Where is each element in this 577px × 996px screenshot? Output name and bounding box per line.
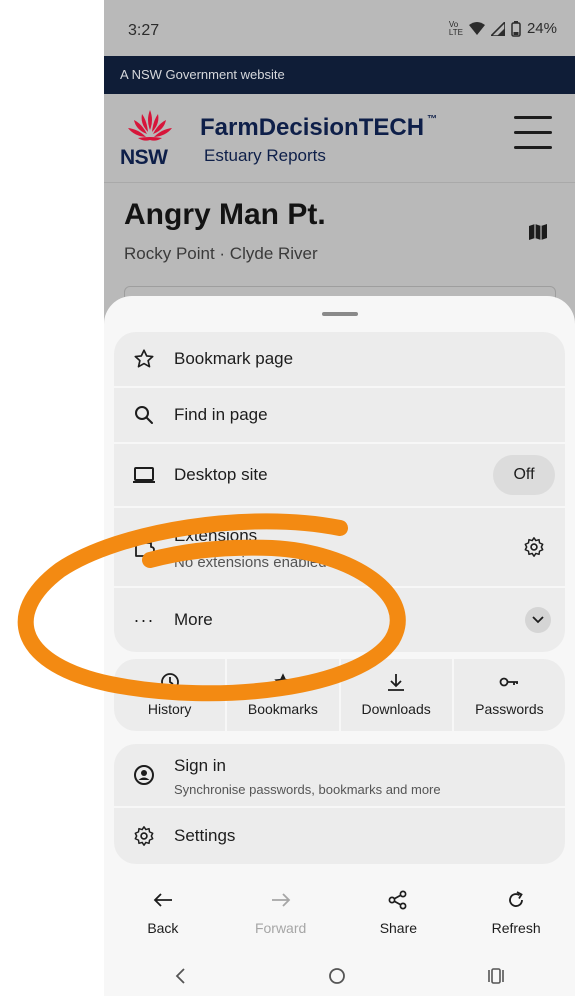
nav-label: Share xyxy=(379,920,418,936)
downloads-icon xyxy=(388,674,405,691)
nav-refresh[interactable]: Refresh xyxy=(457,886,575,946)
laptop-icon xyxy=(132,463,156,487)
waratah-icon xyxy=(128,110,172,141)
browser-bottom-nav: Back Forward Share Refresh xyxy=(104,886,575,946)
arrow-right-icon xyxy=(271,886,291,914)
bookmarks-icon xyxy=(274,673,292,690)
drag-handle[interactable] xyxy=(322,312,358,316)
trademark: ™ xyxy=(427,114,438,125)
menu-item-label: Settings xyxy=(174,826,236,845)
nav-share[interactable]: Share xyxy=(340,886,458,946)
quick-history[interactable]: History xyxy=(114,659,226,731)
quick-downloads[interactable]: Downloads xyxy=(340,659,452,731)
menu-item-settings[interactable]: Settings xyxy=(114,808,565,864)
quick-label: Passwords xyxy=(475,701,544,717)
menu-item-signin[interactable]: Sign in Synchronise passwords, bookmarks… xyxy=(114,744,565,808)
menu-group-account: Sign in Synchronise passwords, bookmarks… xyxy=(114,744,565,864)
nav-label: Refresh xyxy=(491,920,541,936)
gov-banner-text: A NSW Government website xyxy=(120,67,285,82)
status-icons: Vo LTE 24% xyxy=(449,20,557,37)
phone-screen: 3:27 VoLTE 24% A NSW Government website xyxy=(104,0,575,996)
page-title: Angry Man Pt. xyxy=(124,198,326,231)
refresh-icon xyxy=(506,886,526,914)
quick-bookmarks[interactable]: Bookmarks xyxy=(227,659,339,731)
menu-item-label: Desktop site xyxy=(174,465,268,484)
browser-menu-sheet: Bookmark page Find in page Desktop site … xyxy=(104,296,575,996)
menu-item-find[interactable]: Find in page xyxy=(114,388,565,444)
quick-label: History xyxy=(147,701,192,717)
quick-label: Bookmarks xyxy=(247,701,318,717)
battery-percent: 24% xyxy=(526,20,557,37)
menu-item-label: Sign in xyxy=(174,756,226,775)
gear-icon[interactable] xyxy=(522,535,546,559)
system-home-icon[interactable] xyxy=(327,966,347,986)
volte-icon: Vo LTE xyxy=(448,19,463,37)
share-icon xyxy=(388,886,408,914)
nsw-logo-text: NSW xyxy=(120,146,168,169)
chevron-down-icon[interactable] xyxy=(525,607,551,633)
arrow-left-icon xyxy=(153,886,173,914)
menu-item-label: Bookmark page xyxy=(174,349,294,368)
system-nav-bar xyxy=(104,956,575,996)
menu-item-label: Extensions xyxy=(174,526,258,545)
menu-item-more[interactable]: ··· More xyxy=(114,588,565,652)
nav-label: Forward xyxy=(254,920,307,936)
site-header: NSW FarmDecisionTECH ™ Estuary Reports xyxy=(104,94,575,182)
map-icon[interactable] xyxy=(528,222,548,242)
brand-subtitle: Estuary Reports xyxy=(204,146,326,165)
quick-passwords[interactable]: Passwords xyxy=(453,659,565,731)
hamburger-menu-icon[interactable] xyxy=(514,116,552,150)
signin-subtitle: Synchronise passwords, bookmarks and mor… xyxy=(174,782,441,797)
desktop-site-toggle[interactable]: Off xyxy=(493,455,555,495)
extension-puzzle-icon xyxy=(132,535,156,559)
status-time: 3:27 xyxy=(128,22,160,39)
more-dots-icon: ··· xyxy=(133,609,155,630)
gov-banner: A NSW Government website xyxy=(104,56,575,94)
system-recents-icon[interactable] xyxy=(487,967,505,985)
quick-actions: History Bookmarks Downloads Passwords xyxy=(114,659,565,731)
menu-item-desktop-site[interactable]: Desktop site Off xyxy=(114,444,565,508)
nav-label: Back xyxy=(147,920,179,936)
menu-item-bookmark[interactable]: Bookmark page xyxy=(114,332,565,388)
star-outline-icon xyxy=(132,347,156,371)
menu-item-label: Find in page xyxy=(174,405,268,424)
nav-forward[interactable]: Forward xyxy=(222,886,340,946)
signal-icon xyxy=(490,21,505,36)
menu-item-extensions[interactable]: Extensions No extensions enabled xyxy=(114,508,565,588)
history-icon xyxy=(160,673,179,691)
status-bar: 3:27 Vo LTE 24% xyxy=(104,0,575,56)
brand-name: FarmDecisionTECH xyxy=(200,114,425,141)
system-back-icon[interactable] xyxy=(174,967,188,985)
key-icon xyxy=(499,677,519,687)
battery-icon xyxy=(511,20,521,37)
brand-title[interactable]: FarmDecisionTECH ™ xyxy=(200,114,437,142)
menu-item-label: More xyxy=(174,610,213,629)
search-icon xyxy=(132,403,156,427)
page-subtitle: Rocky Point · Clyde River xyxy=(124,244,318,263)
menu-group-main: Bookmark page Find in page Desktop site … xyxy=(114,332,565,652)
nav-back[interactable]: Back xyxy=(104,886,222,946)
wifi-icon xyxy=(468,21,485,35)
nsw-logo[interactable]: NSW xyxy=(118,108,184,169)
settings-gear-icon xyxy=(132,824,156,848)
account-icon xyxy=(132,763,156,787)
header-divider xyxy=(104,182,575,183)
quick-label: Downloads xyxy=(361,701,431,717)
extensions-subtitle: No extensions enabled xyxy=(174,554,327,571)
